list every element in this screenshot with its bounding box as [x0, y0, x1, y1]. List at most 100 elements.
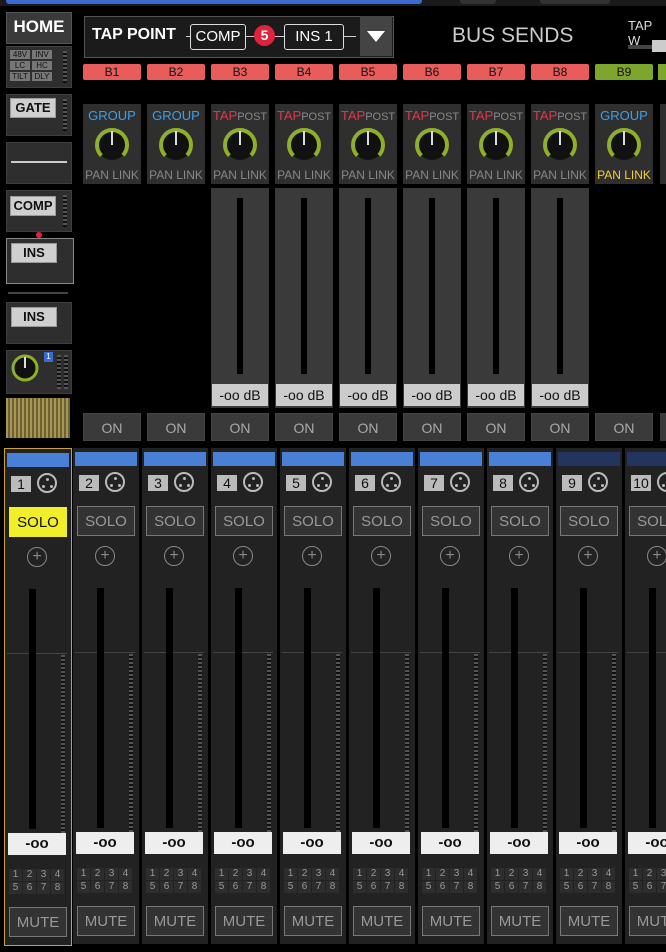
bus-tag-b1[interactable]: B1 [83, 64, 141, 80]
assign-number[interactable]: 7 [37, 882, 50, 894]
assign-number[interactable]: 5 [146, 881, 159, 893]
send-tap-label[interactable]: TAPPOST [211, 108, 269, 123]
ins1-box[interactable]: INS [6, 238, 74, 284]
send-fader-groove[interactable] [237, 198, 243, 374]
bus-on-button[interactable]: ON [595, 413, 653, 441]
channel-color-bar[interactable] [489, 452, 551, 466]
bus-assign-grid[interactable]: 1234 5678 [353, 868, 411, 894]
assign-number[interactable]: 5 [77, 881, 90, 893]
send-tap-label[interactable]: TAPPOST [275, 108, 333, 123]
bus-send-b3[interactable]: TAPPOST PAN LINK [211, 104, 269, 184]
channel-fader[interactable] [97, 588, 104, 828]
pan-link-label[interactable]: PAN LINK [211, 168, 269, 182]
assign-number[interactable]: 1 [353, 868, 366, 880]
pan-link-label[interactable]: PAN LINK [275, 168, 333, 182]
channel-fader[interactable] [442, 588, 449, 828]
pan-link-label[interactable]: PAN LINK [147, 168, 205, 182]
assign-number[interactable]: 5 [284, 881, 297, 893]
assign-number[interactable]: 7 [174, 881, 187, 893]
bus-on-button[interactable]: ON [275, 413, 333, 441]
send-tap-label[interactable]: TAPPOST [403, 108, 461, 123]
add-icon[interactable]: + [647, 546, 666, 566]
comp-box[interactable]: COMP [6, 190, 72, 232]
bus-assign-grid[interactable]: 1234 5678 [77, 868, 135, 894]
bus-send-b7[interactable]: TAPPOST PAN LINK [467, 104, 525, 184]
channel-color-bar[interactable] [558, 452, 620, 466]
send-fader-groove[interactable] [365, 198, 371, 374]
bus-on-button[interactable]: ON [531, 413, 589, 441]
assign-number[interactable]: 1 [215, 868, 228, 880]
assign-number[interactable]: 6 [643, 881, 656, 893]
channel-strip-1[interactable]: 1 SOLO + -oo 1 2 3 45 6 7 8 MUTE [4, 448, 72, 946]
add-icon[interactable]: + [164, 546, 184, 566]
channel-number[interactable]: 3 [148, 475, 168, 491]
top-bar-tab[interactable] [460, 0, 496, 4]
assign-number[interactable]: 8 [602, 881, 615, 893]
assign-number[interactable]: 6 [160, 881, 173, 893]
eq-box[interactable] [6, 142, 72, 184]
channel-number[interactable]: 1 [11, 476, 31, 492]
mute-button[interactable]: MUTE [491, 906, 549, 936]
pan-knob-icon[interactable] [285, 126, 323, 164]
channel-number[interactable]: 6 [355, 475, 375, 491]
assign-number[interactable]: 2 [505, 868, 518, 880]
assign-number[interactable]: 3 [174, 868, 187, 880]
channel-number[interactable]: 8 [493, 475, 513, 491]
solo-button[interactable]: SOLO [353, 506, 411, 536]
add-icon[interactable]: + [509, 546, 529, 566]
channel-fader[interactable] [29, 589, 36, 829]
mute-button[interactable]: MUTE [353, 906, 411, 936]
solo-button[interactable]: SOLO [9, 507, 67, 537]
fader-value[interactable]: -oo [76, 832, 134, 854]
channel-color-bar[interactable] [213, 452, 275, 466]
assign-number[interactable]: 3 [105, 868, 118, 880]
bus-send-b1[interactable]: GROUP PAN LINK [83, 104, 141, 184]
assign-number[interactable]: 6 [23, 882, 36, 894]
xlr-input-icon[interactable] [243, 472, 263, 492]
xlr-input-icon[interactable] [174, 472, 194, 492]
add-icon[interactable]: + [302, 546, 322, 566]
assign-number[interactable]: 6 [229, 881, 242, 893]
send-fader[interactable]: -oo dB [275, 188, 333, 408]
send-fader[interactable]: -oo dB [403, 188, 461, 408]
bus-send-b5[interactable]: TAPPOST PAN LINK [339, 104, 397, 184]
fader-value[interactable]: -oo [628, 832, 666, 854]
assign-number[interactable]: 7 [105, 881, 118, 893]
solo-button[interactable]: SOLO [422, 506, 480, 536]
channel-color-bar[interactable] [351, 452, 413, 466]
bus-send-b6[interactable]: TAPPOST PAN LINK [403, 104, 461, 184]
channel-strip-3[interactable]: 3 SOLO + -oo 1 2 3 45 6 7 8 MUTE [142, 448, 208, 944]
assign-number[interactable]: 1 [629, 868, 642, 880]
assign-number[interactable]: 2 [229, 868, 242, 880]
solo-button[interactable]: SOLO [560, 506, 618, 536]
assign-number[interactable]: 7 [657, 881, 666, 893]
solo-button[interactable]: SOLO [491, 506, 549, 536]
channel-fader[interactable] [649, 588, 656, 828]
channel-number[interactable]: 10 [631, 475, 651, 491]
assign-number[interactable]: 2 [23, 869, 36, 881]
gate-button[interactable]: GATE [10, 98, 56, 118]
assign-number[interactable]: 1 [491, 868, 504, 880]
send-tap-label[interactable]: TAPPOST [467, 108, 525, 123]
assign-number[interactable]: 3 [381, 868, 394, 880]
channel-fader[interactable] [235, 588, 242, 828]
pan-link-label[interactable]: PAN LINK [339, 168, 397, 182]
assign-number[interactable]: 2 [436, 868, 449, 880]
assign-number[interactable]: 4 [326, 868, 339, 880]
assign-number[interactable]: 7 [381, 881, 394, 893]
mute-button[interactable]: MUTE [215, 906, 273, 936]
channel-strip-9[interactable]: 9 SOLO + -oo 1 2 3 4 5 6 7 8 MUTE [556, 448, 622, 944]
bus-tag-b5[interactable]: B5 [339, 64, 397, 80]
assign-number[interactable]: 2 [91, 868, 104, 880]
assign-number[interactable]: 5 [491, 881, 504, 893]
channel-strip-2[interactable]: 2 SOLO + -oo 1 2 3 45 6 7 8 MUTE [73, 448, 139, 944]
xlr-input-icon[interactable] [657, 472, 666, 492]
tap-w-slider-handle[interactable] [652, 40, 666, 52]
bus-assign-grid[interactable]: 1234 5678 [146, 868, 204, 894]
send-tap-label[interactable]: TAPPOST [531, 108, 589, 123]
pan-knob-icon[interactable] [541, 126, 579, 164]
channel-fader[interactable] [373, 588, 380, 828]
bus-assign-grid[interactable]: 1234 5678 [9, 869, 67, 895]
send-fader-groove[interactable] [557, 198, 563, 374]
assign-number[interactable]: 3 [243, 868, 256, 880]
